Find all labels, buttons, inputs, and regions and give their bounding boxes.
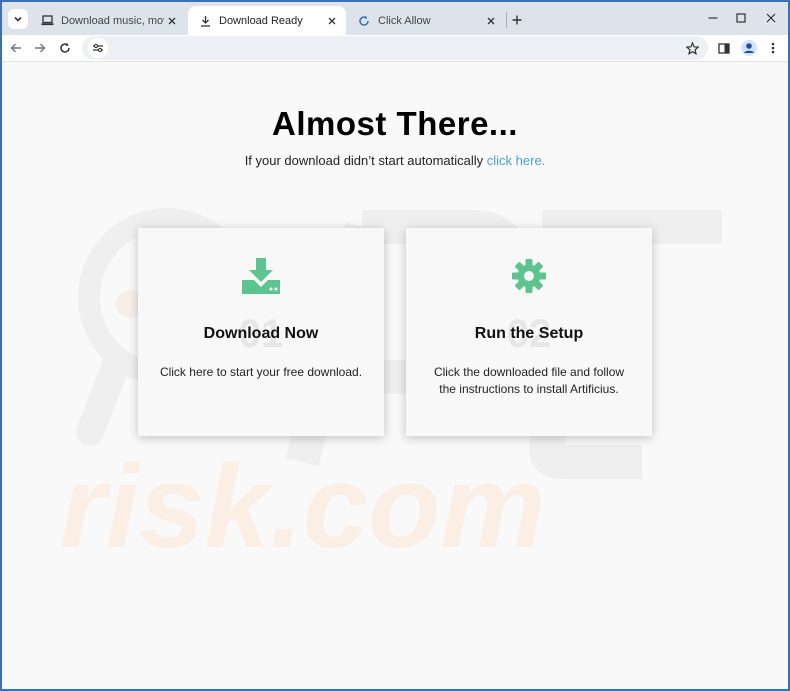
close-icon <box>766 13 776 23</box>
kebab-menu-icon <box>771 42 775 54</box>
card-description: Click here to start your free download. <box>159 365 363 379</box>
minimize-icon <box>708 17 718 19</box>
card-description: Click the downloaded file and follow the… <box>433 365 625 396</box>
reload-icon <box>60 42 70 53</box>
site-info-button[interactable] <box>88 38 108 58</box>
card-title: Run the Setup <box>474 325 584 342</box>
run-setup-card[interactable]: 02 Run the Setup Click the downloaded fi… <box>406 228 652 436</box>
card-title: Download Now <box>203 325 319 342</box>
arrow-right-icon <box>35 43 46 53</box>
close-icon[interactable] <box>164 13 180 29</box>
download-tray-icon <box>242 258 280 294</box>
tab-title: Download music, movies, game <box>61 14 164 27</box>
subtitle-text: If your download didn’t start automatica… <box>244 153 487 168</box>
tab-search-button[interactable] <box>8 9 28 29</box>
chevron-down-icon <box>14 16 22 22</box>
watermark-text: risk.com <box>60 441 545 573</box>
page-content: risk.com Almost There... If your downloa… <box>2 62 788 689</box>
browser-toolbar <box>2 35 788 62</box>
side-panel-button[interactable] <box>714 38 734 58</box>
tab-click-allow[interactable]: Click Allow <box>347 6 505 35</box>
minimize-button[interactable] <box>700 8 726 28</box>
forward-button[interactable] <box>30 38 50 58</box>
close-icon[interactable] <box>483 13 499 29</box>
tab-title: Download Ready <box>219 14 303 27</box>
back-button[interactable] <box>6 38 26 58</box>
close-icon[interactable] <box>324 13 340 29</box>
menu-button[interactable] <box>763 38 783 58</box>
close-window-button[interactable] <box>758 8 784 28</box>
star-icon <box>685 41 699 55</box>
address-bar[interactable] <box>82 36 708 60</box>
maximize-button[interactable] <box>728 8 754 28</box>
click-here-link[interactable]: click here. <box>487 153 546 168</box>
tune-icon <box>93 43 103 53</box>
tab-download-music[interactable]: Download music, movies, game <box>30 6 186 35</box>
tab-title: Click Allow <box>378 14 431 27</box>
subtitle: If your download didn’t start automatica… <box>2 153 788 168</box>
gear-icon <box>512 259 546 293</box>
tab-strip: Download music, movies, game Download Re… <box>2 2 788 35</box>
loading-icon <box>357 14 371 28</box>
download-now-card[interactable]: 01 Download Now Click here to start your… <box>138 228 384 436</box>
reload-button[interactable] <box>55 38 75 58</box>
page-title: Almost There... <box>272 105 518 142</box>
laptop-icon <box>40 14 54 28</box>
side-panel-icon <box>718 42 730 54</box>
plus-icon <box>512 15 522 25</box>
bookmark-button[interactable] <box>682 38 702 58</box>
avatar-icon <box>741 40 757 56</box>
new-tab-button[interactable] <box>507 10 527 30</box>
arrow-left-icon <box>10 43 21 53</box>
tab-download-ready[interactable]: Download Ready <box>188 6 346 35</box>
profile-button[interactable] <box>739 38 759 58</box>
browser-window: Download music, movies, game Download Re… <box>0 0 790 691</box>
download-icon <box>198 14 212 28</box>
maximize-icon <box>736 13 746 23</box>
